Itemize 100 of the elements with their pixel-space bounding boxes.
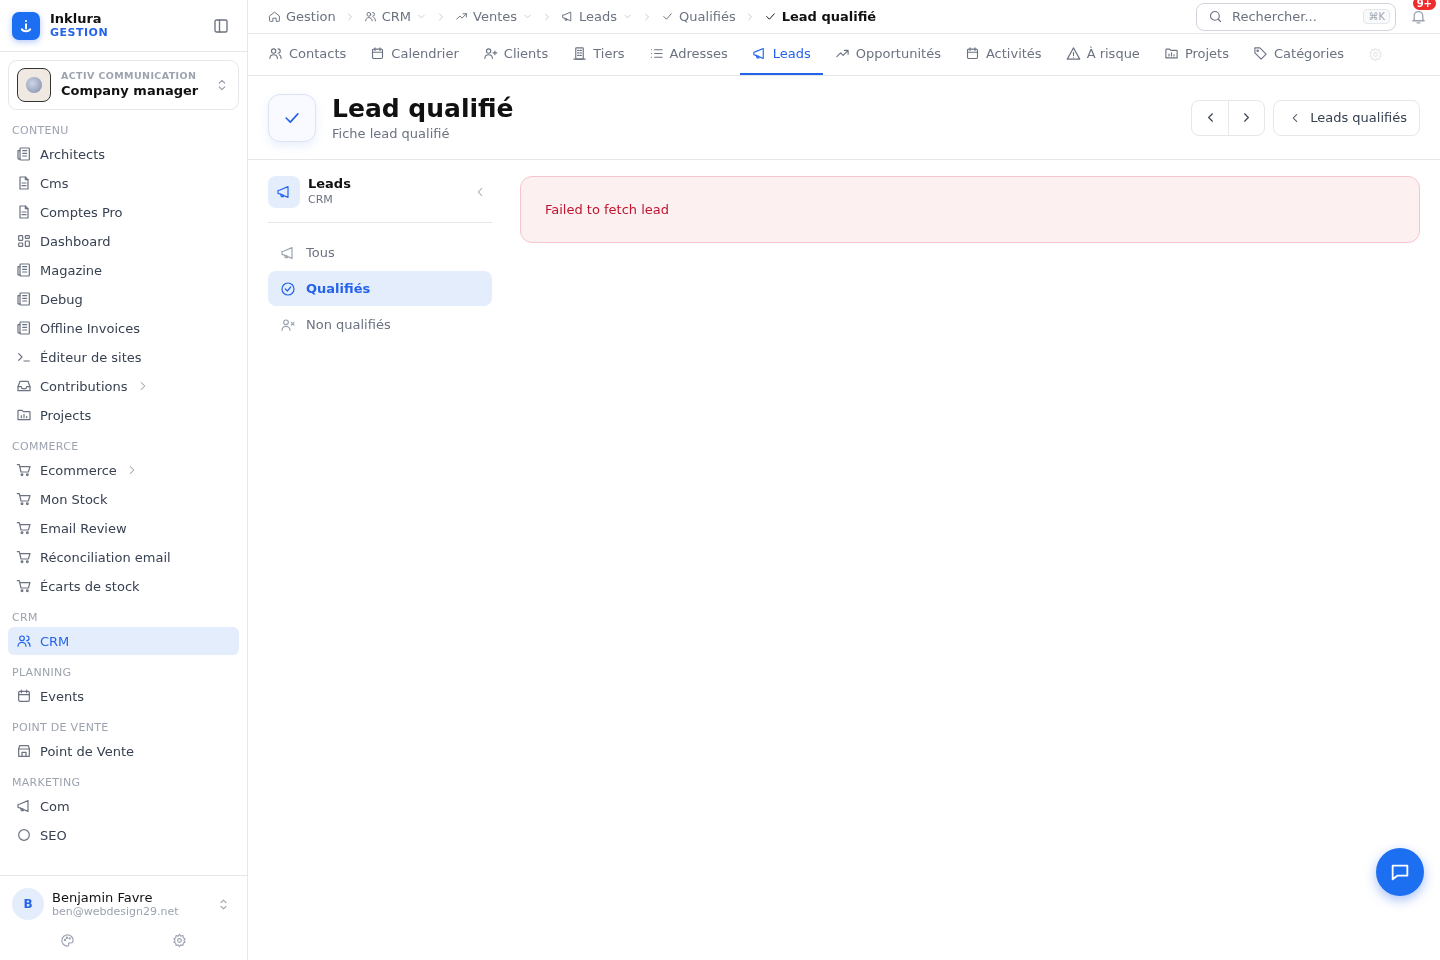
tab[interactable]: Catégories <box>1241 34 1357 75</box>
tab[interactable]: Leads <box>739 34 823 75</box>
sidebar-item[interactable]: Éditeur de sites <box>8 343 239 371</box>
breadcrumb-icon <box>661 10 675 23</box>
user-name: Benjamin Favre <box>52 889 154 906</box>
tab-icon <box>370 46 386 61</box>
user-email: ben@webdesign29.net <box>52 905 180 919</box>
megaphone-icon <box>268 176 300 208</box>
sidebar-item[interactable]: Debug <box>8 285 239 313</box>
nav-icon <box>16 578 32 594</box>
sidebar-item[interactable]: Magazine <box>8 256 239 284</box>
check-icon <box>268 93 316 142</box>
subnav-item[interactable]: Non qualifiés <box>268 307 492 342</box>
settings-icon <box>171 932 187 948</box>
nav-icon <box>16 520 32 536</box>
nav-icon <box>16 146 32 162</box>
section-heading: COMMERCE <box>11 439 80 455</box>
app-subtitle: GESTION <box>50 26 110 39</box>
breadcrumb-link[interactable]: Lead qualifié <box>763 9 877 24</box>
breadcrumb-icon <box>363 10 377 23</box>
tab-icon <box>482 46 498 61</box>
breadcrumb-link[interactable]: Gestion <box>268 9 336 24</box>
sidebar-item[interactable]: Contributions <box>8 372 239 400</box>
palette-icon <box>60 932 76 948</box>
subnav-icon <box>280 244 296 261</box>
breadcrumb-icon <box>268 10 281 23</box>
nav-icon <box>16 462 32 478</box>
sidebar-item[interactable]: Events <box>8 682 239 710</box>
sidebar-item[interactable]: Ecommerce <box>8 456 239 484</box>
tab[interactable]: Clients <box>470 34 561 75</box>
tab-icon <box>1065 46 1081 61</box>
page-subtitle: Fiche lead qualifié <box>332 126 451 141</box>
subnav-icon <box>280 280 296 297</box>
tab[interactable]: Tiers <box>560 34 637 75</box>
nav-icon <box>16 633 32 649</box>
section-heading: CONTENU <box>11 123 70 139</box>
bell-icon <box>1409 8 1427 25</box>
breadcrumb-link[interactable]: Qualifiés <box>661 9 736 24</box>
nav-icon <box>16 262 32 278</box>
nav-icon <box>16 291 32 307</box>
breadcrumb-icon <box>763 10 777 23</box>
sidebar-toggle-icon <box>212 16 230 35</box>
tab-icon <box>268 46 283 61</box>
tab[interactable]: Contacts <box>256 34 359 75</box>
nav-icon <box>16 407 32 423</box>
section-heading: PLANNING <box>11 665 73 681</box>
chat-button[interactable] <box>1376 848 1424 896</box>
user-avatar: B <box>12 888 44 920</box>
sidebar-item[interactable]: Mon Stock <box>8 485 239 513</box>
settings-icon <box>1368 47 1384 62</box>
sidebar-item[interactable]: CRM <box>8 627 239 655</box>
breadcrumb-icon <box>455 10 469 23</box>
nav-icon <box>16 827 32 843</box>
sidebar-item[interactable]: Réconciliation email <box>8 543 239 571</box>
nav-icon <box>16 320 32 336</box>
sidebar-item[interactable]: Projects <box>8 401 239 429</box>
page-title: Lead qualifié <box>332 94 515 124</box>
company-name: ACTIV COMMUNICATION <box>61 70 198 83</box>
section-heading: MARKETING <box>11 775 82 791</box>
subnav-subtitle: CRM <box>308 193 334 208</box>
tab[interactable]: Adresses <box>636 34 740 75</box>
subnav-item[interactable]: Tous <box>268 235 492 270</box>
nav-icon <box>16 204 32 220</box>
tab-icon <box>1163 46 1179 61</box>
sidebar-item[interactable]: Com <box>8 792 239 820</box>
nav-icon <box>16 688 32 704</box>
subnav-item[interactable]: Qualifiés <box>268 271 492 306</box>
sidebar-item[interactable]: Email Review <box>8 514 239 542</box>
sidebar-item[interactable]: SEO <box>8 821 239 849</box>
sidebar-item[interactable]: Dashboard <box>8 227 239 255</box>
tab-icon <box>751 46 767 61</box>
workspace-switcher[interactable]: ACTIV COMMUNICATION Company manager <box>8 60 239 110</box>
nav-icon <box>16 491 32 507</box>
tab[interactable]: Opportunités <box>822 34 953 75</box>
company-logo-icon <box>17 68 51 102</box>
breadcrumb-link[interactable]: Ventes <box>455 9 534 24</box>
app-logo-icon <box>12 11 40 40</box>
section-heading: CRM <box>11 610 39 626</box>
breadcrumb-link[interactable]: CRM <box>363 9 428 24</box>
nav-icon <box>16 743 32 759</box>
back-button[interactable]: Leads qualifiés <box>1273 99 1420 136</box>
sidebar-item[interactable]: Comptes Pro <box>8 198 239 226</box>
tab-icon <box>648 46 664 61</box>
sidebar-item[interactable]: Point de Vente <box>8 737 239 765</box>
tab[interactable]: Projets <box>1151 34 1241 75</box>
sidebar-item[interactable]: Écarts de stock <box>8 572 239 600</box>
subnav-title: Leads <box>308 176 352 194</box>
role-name: Company manager <box>61 82 200 100</box>
sidebar-item[interactable]: Cms <box>8 169 239 197</box>
error-message: Failed to fetch lead <box>520 176 1420 243</box>
tab[interactable]: Activités <box>952 34 1054 75</box>
tab-icon <box>964 46 980 61</box>
tab[interactable]: À risque <box>1053 34 1152 75</box>
subnav-icon <box>280 316 296 333</box>
sidebar-item[interactable]: Architects <box>8 140 239 168</box>
sidebar-item[interactable]: Offline Invoices <box>8 314 239 342</box>
tab[interactable]: Calendrier <box>358 34 471 75</box>
breadcrumb-link[interactable]: Leads <box>561 9 634 24</box>
tab-icon <box>1253 46 1268 61</box>
nav-icon <box>16 798 32 814</box>
